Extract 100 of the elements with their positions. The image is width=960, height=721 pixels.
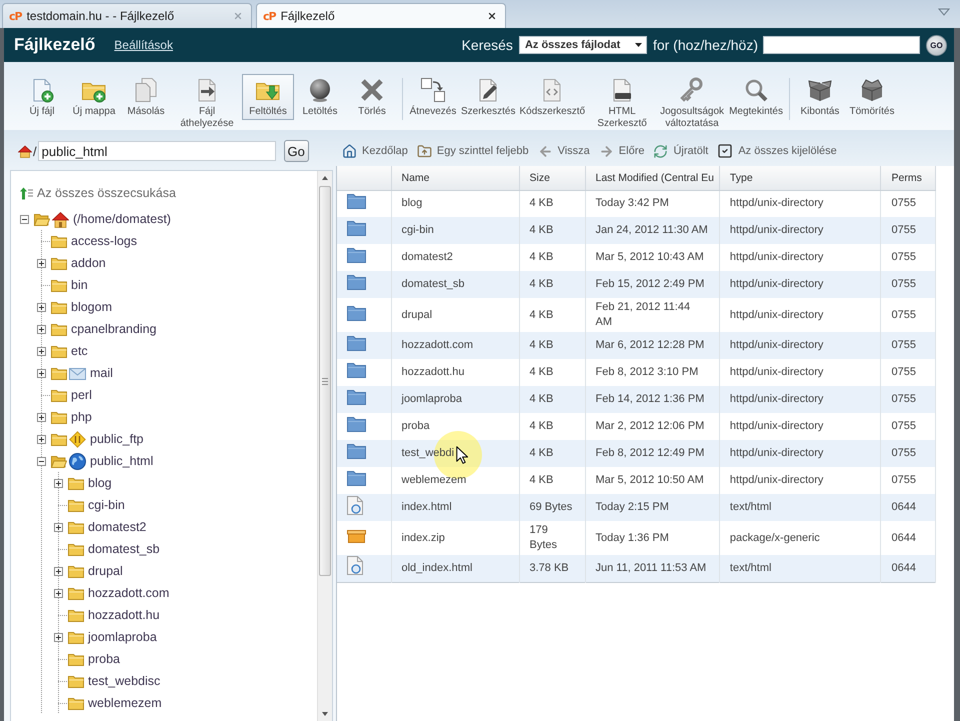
file-name[interactable]: joomlaproba xyxy=(402,393,462,405)
file-name[interactable]: weblemezem xyxy=(402,474,466,486)
file-name[interactable]: old_index.html xyxy=(402,562,472,574)
folder-name[interactable]: mail xyxy=(90,366,113,380)
close-icon[interactable] xyxy=(487,11,497,21)
forward-button[interactable]: Előre xyxy=(598,144,644,158)
copy-button[interactable]: Másolás xyxy=(120,74,172,120)
collapse-icon[interactable] xyxy=(37,456,46,466)
column-header[interactable]: Last Modified (Central Eu xyxy=(585,166,720,190)
folder-name[interactable]: drupal xyxy=(88,564,123,578)
folder-name[interactable]: blogom xyxy=(71,300,112,314)
file-row[interactable]: domatest2 4 KB Mar 5, 2012 10:43 AM httpd/unix-directory 0755 xyxy=(337,244,936,271)
file-row[interactable]: weblemezem 4 KB Mar 5, 2012 10:50 AM httpd/unix-directory 0755 xyxy=(337,467,936,494)
folder-name[interactable]: domatest2 xyxy=(88,520,146,534)
expand-icon[interactable] xyxy=(37,346,46,356)
folder-name[interactable]: domatest_sb xyxy=(88,542,160,556)
new-file-button[interactable]: Új fájl xyxy=(16,74,68,120)
folder-name[interactable]: joomlaproba xyxy=(88,630,157,644)
file-name[interactable]: drupal xyxy=(402,308,432,320)
browser-tab[interactable]: cP testdomain.hu - - Fájlkezelő xyxy=(2,3,252,28)
folder-name[interactable]: cpanelbranding xyxy=(71,322,156,336)
file-row[interactable]: blog 4 KB Today 3:42 PM httpd/unix-directory 0755 xyxy=(337,190,936,217)
file-name[interactable]: index.html xyxy=(402,501,452,513)
file-name[interactable]: cgi-bin xyxy=(402,224,434,236)
permissions-button[interactable]: Jogosultságok változtatása xyxy=(657,74,728,132)
file-row[interactable]: test_webdi 4 KB Feb 8, 2012 12:49 PM httpd/unix-directory 0755 xyxy=(337,440,936,467)
file-row[interactable]: index.zip 179 Bytes Today 1:36 PM package/x-generic 0644 xyxy=(337,521,936,555)
expand-icon[interactable] xyxy=(54,522,63,532)
new-folder-button[interactable]: Új mappa xyxy=(68,74,120,120)
folder-name[interactable]: hozzadott.hu xyxy=(88,608,160,622)
delete-button[interactable]: Törlés xyxy=(346,74,398,120)
column-header[interactable]: Name xyxy=(391,166,519,190)
scrollbar[interactable] xyxy=(317,171,332,721)
file-row[interactable]: domatest_sb 4 KB Feb 15, 2012 2:49 PM httpd/unix-directory 0755 xyxy=(337,271,936,298)
expand-icon[interactable] xyxy=(37,258,46,268)
column-header[interactable]: Type xyxy=(719,166,881,190)
browser-tab[interactable]: cP Fájlkezelő xyxy=(256,3,506,28)
home-button[interactable]: Kezdőlap xyxy=(342,144,408,158)
reload-button[interactable]: Újratölt xyxy=(653,144,708,158)
file-name[interactable]: domatest2 xyxy=(402,251,453,263)
expand-icon[interactable] xyxy=(37,434,46,444)
folder-name[interactable]: php xyxy=(71,410,92,424)
expand-icon[interactable] xyxy=(54,566,63,576)
folder-name[interactable]: etc xyxy=(71,344,88,358)
file-name[interactable]: blog xyxy=(402,197,422,210)
go-button[interactable]: Go xyxy=(284,140,309,162)
collapse-icon[interactable] xyxy=(20,214,29,224)
folder-name[interactable]: public_ftp xyxy=(90,432,144,446)
caret-down-icon[interactable] xyxy=(938,8,950,16)
view-button[interactable]: Megtekintés xyxy=(727,74,785,120)
folder-name[interactable]: cgi-bin xyxy=(88,498,125,512)
collapse-all-button[interactable]: Az összes összecsukása xyxy=(20,184,176,202)
expand-icon[interactable] xyxy=(37,368,46,378)
upload-button[interactable]: Feltöltés xyxy=(242,74,294,120)
file-row[interactable]: drupal 4 KB Feb 21, 2012 11:44 AM httpd/unix-directory 0755 xyxy=(337,298,936,332)
settings-link[interactable]: Beállítások xyxy=(114,38,173,52)
file-row[interactable]: joomlaproba 4 KB Feb 14, 2012 1:36 PM httpd/unix-directory 0755 xyxy=(337,386,936,413)
file-row[interactable]: old_index.html 3.78 KB Jun 11, 2011 11:53 AM text/html 0644 xyxy=(337,555,936,582)
expand-icon[interactable] xyxy=(37,412,46,422)
file-row[interactable]: index.html 69 Bytes Today 2:15 PM text/html 0644 xyxy=(337,494,936,521)
expand-icon[interactable] xyxy=(37,324,46,334)
up-level-button[interactable]: Egy szinttel feljebb xyxy=(416,144,529,158)
folder-name[interactable]: proba xyxy=(88,652,120,666)
file-name[interactable]: test_webdi xyxy=(402,447,454,459)
file-name[interactable]: hozzadott.com xyxy=(402,339,474,351)
expand-icon[interactable] xyxy=(54,478,63,488)
edit-button[interactable]: Szerkesztés xyxy=(459,74,518,120)
folder-name[interactable]: addon xyxy=(71,256,106,270)
file-name[interactable]: index.zip xyxy=(402,532,445,544)
go-button[interactable]: GO xyxy=(926,34,947,56)
file-name[interactable]: proba xyxy=(402,420,430,432)
select-all-button[interactable]: Az összes kijelölése xyxy=(717,143,837,159)
file-name[interactable]: domatest_sb xyxy=(402,278,464,290)
folder-name[interactable]: weblemezem xyxy=(88,696,162,710)
expand-icon[interactable] xyxy=(37,302,46,312)
folder-name[interactable]: bin xyxy=(71,278,88,292)
file-name[interactable]: hozzadott.hu xyxy=(402,366,464,378)
back-button[interactable]: Vissza xyxy=(538,144,590,158)
folder-name[interactable]: (/home/domatest) xyxy=(73,212,171,226)
scope-select[interactable]: Az összes fájlodat xyxy=(518,36,647,54)
folder-name[interactable]: blog xyxy=(88,476,112,490)
expand-icon[interactable] xyxy=(54,588,63,598)
folder-name[interactable]: hozzadott.com xyxy=(88,586,170,600)
folder-name[interactable]: public_html xyxy=(90,454,154,468)
column-header[interactable]: Size xyxy=(519,166,585,190)
download-button[interactable]: Letöltés xyxy=(294,74,346,120)
folder-name[interactable]: perl xyxy=(71,388,92,402)
file-row[interactable]: proba 4 KB Mar 2, 2012 12:06 PM httpd/unix-directory 0755 xyxy=(337,413,936,440)
path-field[interactable]: public_html xyxy=(38,141,276,161)
scrollbar-thumb[interactable] xyxy=(319,186,331,576)
file-row[interactable]: hozzadott.com 4 KB Mar 6, 2012 12:28 PM httpd/unix-directory 0755 xyxy=(337,332,936,359)
column-header[interactable]: Perms xyxy=(880,166,936,190)
code-editor-button[interactable]: Kódszerkesztő xyxy=(517,74,588,120)
expand-icon[interactable] xyxy=(54,632,63,642)
folder-name[interactable]: access-logs xyxy=(71,234,137,248)
extract-button[interactable]: Kibontás xyxy=(794,74,846,120)
file-row[interactable]: cgi-bin 4 KB Jan 24, 2012 11:30 AM httpd/unix-directory 0755 xyxy=(337,217,936,244)
file-row[interactable]: hozzadott.hu 4 KB Feb 8, 2012 3:10 PM httpd/unix-directory 0755 xyxy=(337,359,936,386)
search-field[interactable] xyxy=(763,36,920,54)
rename-button[interactable]: Átnevezés xyxy=(407,74,459,120)
